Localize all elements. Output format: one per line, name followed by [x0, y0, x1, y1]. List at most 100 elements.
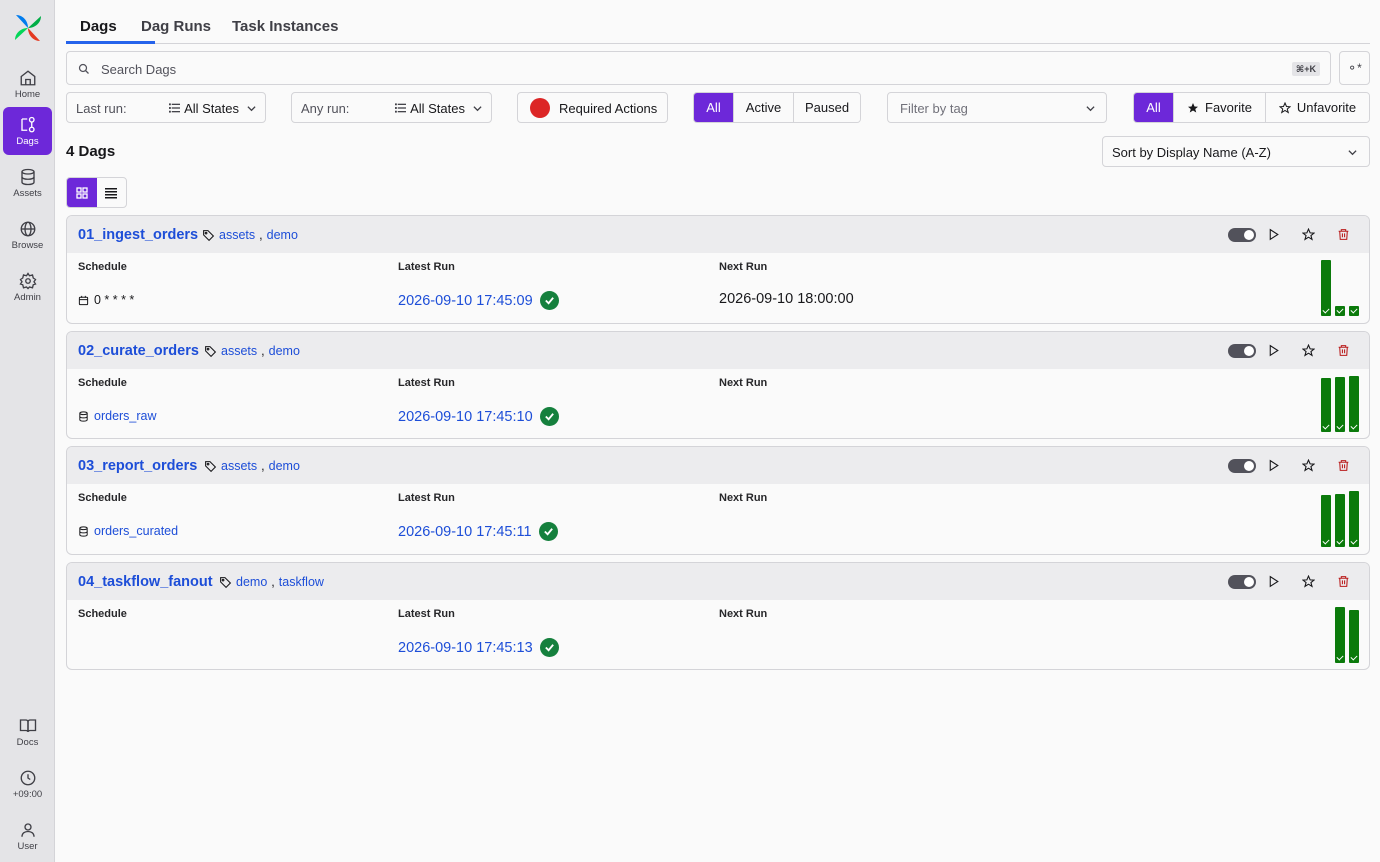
- tag-link[interactable]: taskflow: [279, 575, 324, 589]
- card-view-button[interactable]: [67, 178, 97, 207]
- star-outline-icon: [1278, 101, 1291, 114]
- last-run-filter[interactable]: Last run: All States: [66, 92, 266, 123]
- favorite-filter-group: All Favorite Unfavorite: [1133, 92, 1370, 123]
- tag-link[interactable]: assets: [219, 228, 255, 242]
- trash-icon: [1338, 228, 1348, 240]
- chevron-down-icon: [1348, 150, 1357, 156]
- run-bar[interactable]: [1349, 610, 1359, 663]
- run-bar[interactable]: [1335, 494, 1345, 547]
- tab-task-instances[interactable]: Task Instances: [232, 18, 338, 35]
- airflow-logo-icon[interactable]: [13, 13, 43, 43]
- trigger-button[interactable]: [1265, 226, 1281, 242]
- delete-button[interactable]: [1335, 457, 1351, 473]
- chevron-down-icon: [473, 106, 482, 112]
- sidebar-item-dags[interactable]: Dags: [3, 107, 52, 155]
- latest-run-header: Latest Run: [398, 261, 455, 273]
- run-bar[interactable]: [1335, 306, 1345, 316]
- any-run-filter[interactable]: Any run: All States: [291, 92, 492, 123]
- dag-tags: assets, demo: [204, 459, 300, 473]
- run-bar[interactable]: [1321, 378, 1331, 432]
- success-state-icon: [538, 522, 558, 541]
- sidebar-item-user[interactable]: User: [3, 812, 52, 860]
- sidebar-item-assets[interactable]: Assets: [3, 159, 52, 207]
- asset-schedule-link[interactable]: orders_curated: [94, 524, 178, 538]
- dag-id-link[interactable]: 04_taskflow_fanout: [78, 574, 213, 590]
- pause-toggle[interactable]: [1228, 459, 1256, 473]
- tag-icon: [205, 460, 217, 472]
- sidebar-item-admin[interactable]: Admin: [3, 263, 52, 311]
- sidebar-item-browse[interactable]: Browse: [3, 211, 52, 259]
- dag-card: 02_curate_orders assets, demo Schedule L…: [66, 331, 1370, 439]
- latest-run-header: Latest Run: [398, 492, 455, 504]
- run-bar[interactable]: [1335, 377, 1345, 432]
- run-bar[interactable]: [1321, 260, 1331, 316]
- state-filter-all[interactable]: All: [694, 93, 733, 122]
- delete-button[interactable]: [1335, 342, 1351, 358]
- favorite-filter-unfavorite[interactable]: Unfavorite: [1265, 93, 1369, 122]
- database-icon: [79, 410, 88, 422]
- delete-button[interactable]: [1335, 573, 1351, 589]
- home-icon: [20, 69, 35, 85]
- favorite-filter-favorite[interactable]: Favorite: [1173, 93, 1265, 122]
- pause-toggle[interactable]: [1228, 228, 1256, 242]
- star-outline-icon: [1301, 458, 1315, 472]
- dag-id-link[interactable]: 02_curate_orders: [78, 343, 199, 359]
- favorite-button[interactable]: [1300, 573, 1316, 589]
- tab-dags[interactable]: Dags: [80, 18, 117, 35]
- latest-run-date: 2026-09-10 17:45:10: [398, 408, 533, 425]
- run-bar[interactable]: [1321, 495, 1331, 547]
- pause-toggle[interactable]: [1228, 344, 1256, 358]
- dag-id-link[interactable]: 03_report_orders: [78, 458, 197, 474]
- sidebar-item-label: User: [17, 840, 38, 852]
- sidebar-item-home[interactable]: Home: [3, 60, 52, 108]
- unfavorite-label: Unfavorite: [1296, 100, 1357, 115]
- favorite-button[interactable]: [1300, 342, 1316, 358]
- schedule-header: Schedule: [78, 261, 127, 273]
- sidebar-item-label: Admin: [14, 291, 41, 303]
- latest-run-header: Latest Run: [398, 377, 455, 389]
- latest-run-date: 2026-09-10 17:45:11: [398, 523, 532, 540]
- tag-link[interactable]: demo: [236, 575, 267, 589]
- table-view-button[interactable]: [97, 178, 127, 207]
- trash-icon: [1338, 575, 1348, 587]
- asset-schedule-link[interactable]: orders_raw: [94, 409, 157, 423]
- search-input[interactable]: [101, 58, 1281, 80]
- tab-dag-runs[interactable]: Dag Runs: [141, 18, 211, 35]
- tag-link[interactable]: demo: [267, 228, 298, 242]
- active-tab-indicator: [66, 41, 155, 44]
- trigger-button[interactable]: [1265, 342, 1281, 358]
- trigger-button[interactable]: [1265, 573, 1281, 589]
- sidebar-item-timezone[interactable]: +09:00: [3, 760, 52, 808]
- tag-filter-select[interactable]: Filter by tag: [887, 92, 1107, 123]
- dag-card: 03_report_orders assets, demo Schedule L…: [66, 446, 1370, 555]
- latest-run-link[interactable]: 2026-09-10 17:45:10: [398, 407, 559, 426]
- dag-tags: demo, taskflow: [219, 575, 324, 589]
- run-bar[interactable]: [1349, 376, 1359, 432]
- list-icon: [169, 103, 180, 113]
- favorite-button[interactable]: [1300, 226, 1316, 242]
- tag-link[interactable]: assets: [221, 459, 257, 473]
- state-filter-paused[interactable]: Paused: [793, 93, 860, 122]
- favorite-button[interactable]: [1300, 457, 1316, 473]
- sort-select[interactable]: Sort by Display Name (A-Z): [1102, 136, 1370, 167]
- advanced-search-button[interactable]: ⚬*: [1339, 51, 1370, 85]
- dag-id-link[interactable]: 01_ingest_orders: [78, 227, 198, 243]
- star-outline-icon: [1301, 574, 1315, 588]
- run-bar[interactable]: [1349, 491, 1359, 547]
- run-bar[interactable]: [1349, 306, 1359, 316]
- sidebar-item-docs[interactable]: Docs: [3, 708, 52, 756]
- tag-link[interactable]: demo: [269, 459, 300, 473]
- favorite-filter-all[interactable]: All: [1134, 93, 1173, 122]
- tag-link[interactable]: assets: [221, 344, 257, 358]
- latest-run-link[interactable]: 2026-09-10 17:45:09: [398, 291, 559, 310]
- globe-icon: [20, 221, 35, 236]
- required-actions-button[interactable]: Required Actions: [517, 92, 668, 123]
- latest-run-link[interactable]: 2026-09-10 17:45:13: [398, 638, 559, 657]
- delete-button[interactable]: [1335, 226, 1351, 242]
- trigger-button[interactable]: [1265, 457, 1281, 473]
- latest-run-link[interactable]: 2026-09-10 17:45:11: [398, 522, 558, 541]
- state-filter-active[interactable]: Active: [733, 93, 793, 122]
- tag-link[interactable]: demo: [269, 344, 300, 358]
- run-bar[interactable]: [1335, 607, 1345, 663]
- pause-toggle[interactable]: [1228, 575, 1256, 589]
